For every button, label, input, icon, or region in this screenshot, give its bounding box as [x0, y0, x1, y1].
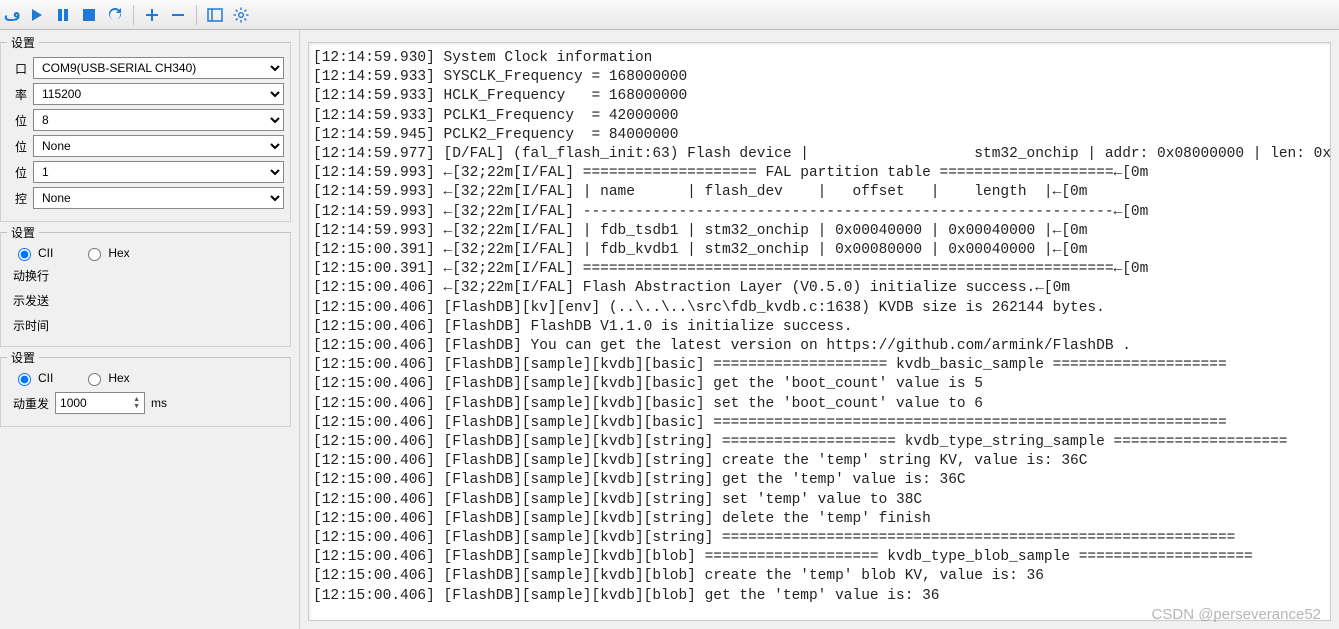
flow-select[interactable]: None: [33, 187, 284, 209]
recv-hex-radio[interactable]: Hex: [83, 245, 129, 261]
left-panel: 设置 口 COM9(USB-SERIAL CH340) 率 115200 位 8…: [0, 30, 300, 629]
recv-ascii-radio[interactable]: CII: [13, 245, 53, 261]
main-area: 设置 口 COM9(USB-SERIAL CH340) 率 115200 位 8…: [0, 30, 1339, 629]
refresh-button[interactable]: [103, 3, 127, 27]
recv-settings-group: 设置 CII Hex 动换行 示发送 示时间: [0, 232, 291, 347]
play-button[interactable]: [25, 3, 49, 27]
log-output[interactable]: [12:14:59.930] System Clock information …: [309, 43, 1330, 620]
databits-select[interactable]: 8: [33, 109, 284, 131]
window-icon[interactable]: [203, 3, 227, 27]
auto-wrap-check[interactable]: 动换行: [13, 267, 49, 284]
port-group-title: 设置: [7, 34, 39, 51]
send-group-title: 设置: [7, 349, 39, 366]
app-logo-icon: ڡ: [4, 5, 21, 25]
stopbits-select[interactable]: 1: [33, 161, 284, 183]
send-hex-radio[interactable]: Hex: [83, 370, 129, 386]
stop-button[interactable]: [77, 3, 101, 27]
recv-group-title: 设置: [7, 224, 39, 241]
flow-label: 控: [7, 190, 27, 207]
add-button[interactable]: [140, 3, 164, 27]
pause-button[interactable]: [51, 3, 75, 27]
remove-button[interactable]: [166, 3, 190, 27]
interval-spinner[interactable]: 1000 ▲▼: [55, 392, 145, 414]
toolbar-separator: [133, 5, 134, 25]
baud-label: 率: [7, 86, 27, 103]
spinner-arrows-icon[interactable]: ▲▼: [133, 396, 140, 410]
interval-unit: ms: [151, 396, 167, 410]
port-label: 口: [7, 60, 27, 77]
log-panel: [12:14:59.930] System Clock information …: [308, 42, 1331, 621]
auto-resend-label[interactable]: 动重发: [13, 395, 49, 412]
show-time-check[interactable]: 示时间: [13, 317, 49, 334]
databits-label: 位: [7, 112, 27, 129]
parity-select[interactable]: None: [33, 135, 284, 157]
port-settings-group: 设置 口 COM9(USB-SERIAL CH340) 率 115200 位 8…: [0, 42, 291, 222]
port-select[interactable]: COM9(USB-SERIAL CH340): [33, 57, 284, 79]
send-settings-group: 设置 CII Hex 动重发 1000 ▲▼ ms: [0, 357, 291, 427]
baud-select[interactable]: 115200: [33, 83, 284, 105]
stopbits-label: 位: [7, 164, 27, 181]
toolbar: ڡ: [0, 0, 1339, 30]
interval-value: 1000: [60, 396, 87, 410]
settings-icon[interactable]: [229, 3, 253, 27]
show-send-check[interactable]: 示发送: [13, 292, 49, 309]
toolbar-separator: [196, 5, 197, 25]
parity-label: 位: [7, 138, 27, 155]
send-ascii-radio[interactable]: CII: [13, 370, 53, 386]
